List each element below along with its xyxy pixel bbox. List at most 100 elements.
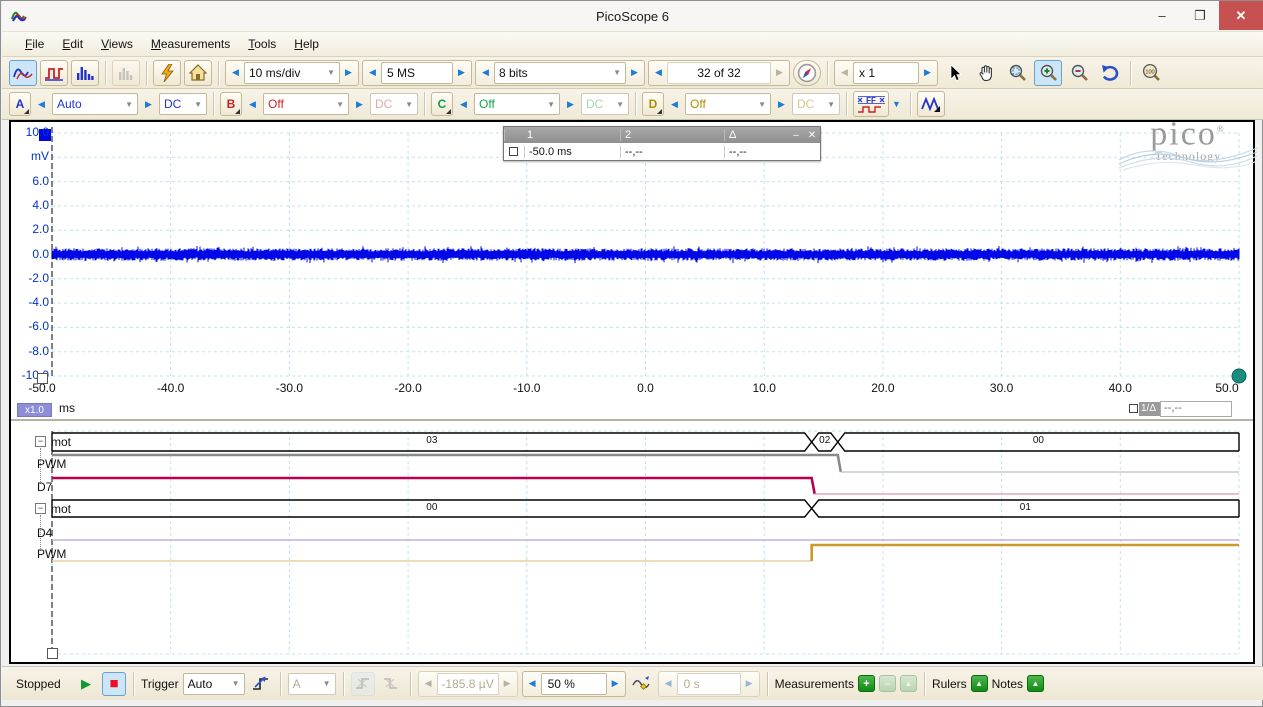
digital-inputs-button[interactable]: FF: [853, 91, 889, 117]
x-axis-label: -30.0: [276, 381, 303, 395]
channel-range-value: Off: [268, 97, 284, 111]
spectrum-view-button[interactable]: [71, 60, 99, 86]
digital-signal-high: [52, 478, 815, 494]
x-axis-label: 0.0: [637, 381, 654, 395]
trigger-source-combo: A▼: [288, 673, 336, 695]
menu-item-measurements[interactable]: Measurements: [142, 34, 239, 54]
time-ruler-handle-dock[interactable]: [37, 373, 48, 384]
zoom-factor-increase-button[interactable]: ▶: [919, 62, 936, 84]
hand-tool-button[interactable]: [972, 60, 1000, 86]
rising-edge-icon: [251, 674, 271, 694]
auto-setup-button[interactable]: [153, 60, 181, 86]
pre-trigger-increase[interactable]: ▶: [607, 673, 624, 695]
resolution-combo[interactable]: 8 bits▼: [494, 62, 626, 84]
square-wave-icon: [44, 64, 64, 82]
remove-measurement-button: –: [879, 675, 896, 692]
menu-item-help[interactable]: Help: [285, 34, 328, 54]
channel-b-range-combo[interactable]: Off▼: [263, 93, 349, 115]
trigger-marker-button[interactable]: [630, 672, 654, 696]
stop-button[interactable]: ■: [102, 672, 126, 696]
digital-signal-label: PWM: [37, 547, 66, 561]
undo-zoom-button[interactable]: [1096, 60, 1124, 86]
channel-d-button[interactable]: D: [642, 92, 664, 116]
legend-minimize-button[interactable]: –: [788, 130, 804, 141]
channel-a-coupling-combo[interactable]: DC▼: [159, 93, 207, 115]
channel-b-range-prev[interactable]: ◀: [244, 93, 261, 115]
resolution-next-button[interactable]: ▶: [626, 62, 643, 84]
falling-edge-toggle-disabled: [379, 672, 403, 696]
trigger-edge-button[interactable]: [249, 672, 273, 696]
home-button[interactable]: [184, 60, 212, 86]
waveform-options-button[interactable]: [917, 91, 945, 117]
timebase-combo[interactable]: 10 ms/div▼: [244, 62, 340, 84]
scope-view-button[interactable]: [9, 60, 37, 86]
legend-col3-header: Δ: [724, 129, 788, 141]
channel-d-range-next[interactable]: ▶: [773, 93, 790, 115]
digital-bus-label: mot: [51, 502, 71, 516]
menu-item-views[interactable]: Views: [92, 34, 142, 54]
minimize-button[interactable]: –: [1143, 1, 1181, 30]
channel-d-range-combo[interactable]: Off▼: [685, 93, 771, 115]
channel-coupling-value: DC: [586, 97, 603, 111]
samples-prev-button[interactable]: ◀: [364, 62, 381, 84]
timebase-prev-button[interactable]: ◀: [227, 62, 244, 84]
timebase-control: ◀ 10 ms/div▼ ▶: [225, 60, 359, 86]
channel-d-range-prev[interactable]: ◀: [666, 93, 683, 115]
legend-col1-header: 1: [504, 129, 620, 141]
channel-c-button[interactable]: C: [431, 92, 453, 116]
legend-close-button[interactable]: ✕: [804, 130, 820, 141]
digital-group-collapse-button[interactable]: −: [35, 503, 46, 514]
trigger-mode-combo[interactable]: Auto▼: [183, 673, 245, 695]
marquee-zoom-tool-button[interactable]: [1003, 60, 1031, 86]
samples-field[interactable]: 5 MS: [381, 62, 453, 84]
pre-trigger-decrease[interactable]: ◀: [524, 673, 541, 695]
pointer-tool-button[interactable]: [941, 60, 969, 86]
chevron-down-icon: ▼: [610, 100, 624, 109]
menu-item-edit[interactable]: Edit: [53, 34, 92, 54]
channel-c-range-next[interactable]: ▶: [562, 93, 579, 115]
separator: [424, 92, 425, 116]
inverse-delta-checkbox[interactable]: [1129, 404, 1138, 413]
channel-b-button[interactable]: B: [220, 92, 242, 116]
buffer-prev-button[interactable]: ◀: [650, 62, 667, 84]
channel-a-range-prev[interactable]: ◀: [33, 93, 50, 115]
capture-state: Stopped: [16, 677, 70, 691]
persistence-view-button[interactable]: [40, 60, 68, 86]
digital-group-collapse-button[interactable]: −: [35, 436, 46, 447]
channel-c-range-combo[interactable]: Off▼: [474, 93, 560, 115]
menu-item-file[interactable]: File: [16, 34, 53, 54]
maximize-button[interactable]: ❐: [1181, 1, 1219, 30]
channel-d-coupling-combo: DC▼: [792, 93, 840, 115]
channel-a-button[interactable]: A: [9, 92, 31, 116]
rulers-panel-button[interactable]: ▲: [971, 675, 988, 692]
add-measurement-button[interactable]: +: [858, 675, 875, 692]
resolution-prev-button[interactable]: ◀: [477, 62, 494, 84]
zoom-100-button[interactable]: 100: [1137, 60, 1165, 86]
channel-coupling-value: DC: [164, 97, 181, 111]
digital-time-ruler-handle[interactable]: [47, 648, 58, 659]
zoom-out-tool-button[interactable]: [1065, 60, 1093, 86]
channel-c-range-prev[interactable]: ◀: [455, 93, 472, 115]
marquee-zoom-icon: [1008, 63, 1027, 82]
legend-checkbox[interactable]: [509, 147, 518, 156]
pre-trigger-field[interactable]: 50 %: [541, 673, 607, 695]
channel-a-range-combo[interactable]: Auto▼: [52, 93, 138, 115]
samples-next-button[interactable]: ▶: [453, 62, 470, 84]
separator: [105, 61, 106, 85]
digital-inputs-dropdown[interactable]: ▼: [889, 93, 904, 115]
close-button[interactable]: ✕: [1219, 1, 1263, 30]
zoom-factor-field[interactable]: x 1: [853, 62, 919, 84]
timebase-next-button[interactable]: ▶: [340, 62, 357, 84]
buffer-overview-button[interactable]: [793, 60, 821, 86]
chevron-down-icon: ▼: [821, 100, 835, 109]
start-button[interactable]: ▶: [74, 672, 98, 696]
edge-cross-icon: [354, 675, 372, 693]
notes-panel-button[interactable]: ▲: [1027, 675, 1044, 692]
panel-splitter[interactable]: [11, 419, 1253, 421]
chevron-down-icon: ▼: [752, 100, 766, 109]
resolution-control: ◀ 8 bits▼ ▶: [475, 60, 645, 86]
channel-a-range-next[interactable]: ▶: [140, 93, 157, 115]
zoom-in-tool-button[interactable]: [1034, 60, 1062, 86]
menu-item-tools[interactable]: Tools: [239, 34, 285, 54]
channel-b-range-next[interactable]: ▶: [351, 93, 368, 115]
